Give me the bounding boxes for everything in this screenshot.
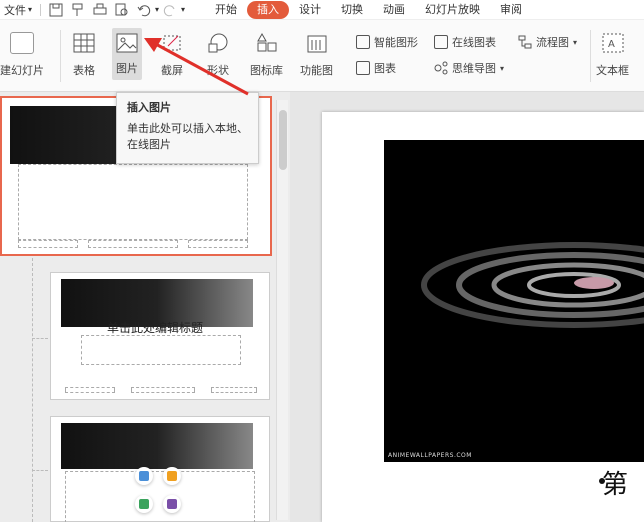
flowchart-label: 流程图 [536, 36, 569, 49]
table-button[interactable]: 表格 [72, 32, 96, 78]
mindmap-icon [434, 61, 448, 75]
textbox-label: 文本框 [596, 64, 629, 77]
mindmap-button[interactable]: 思维导图 ▾ [434, 60, 504, 76]
format-painter-icon[interactable] [71, 3, 85, 17]
ribbon: 建幻灯片 表格 图片 截屏 形状 图标库 功能图 智能图形 图表 在线图表 思维… [0, 20, 644, 92]
file-menu[interactable]: 文件 ▾ [0, 2, 36, 18]
menu-bar: 文件 ▾ ▾ ▾ 开始 插入 设计 切换 动画 幻灯片放映 审阅 [0, 0, 644, 20]
baidu-watermark: Bai 经验 [480, 461, 580, 489]
picture-tooltip: 插入图片 单击此处可以插入本地、在线图片 [116, 92, 259, 164]
footer-placeholder [131, 387, 195, 393]
save-icon[interactable] [49, 3, 63, 17]
redo-icon[interactable] [163, 3, 177, 17]
content-placeholder [65, 471, 255, 522]
slide-image [61, 423, 253, 469]
textbox-icon: A [602, 33, 623, 53]
svg-text:A: A [608, 39, 615, 50]
chevron-down-icon[interactable]: ▾ [155, 5, 159, 14]
chevron-down-icon[interactable]: ▾ [181, 5, 185, 14]
footer-placeholder [65, 387, 115, 393]
slide-body-text: 第 [602, 470, 629, 500]
footer-placeholder [88, 240, 178, 248]
red-arrow-annotation [144, 38, 249, 96]
insert-video-quick-button[interactable] [163, 495, 181, 513]
picture-icon [116, 33, 138, 53]
thumbnail-scrollbar[interactable] [276, 100, 288, 520]
chevron-down-icon: ▾ [28, 5, 33, 14]
tab-animation[interactable]: 动画 [373, 1, 415, 19]
slide-thumbnail-2[interactable]: 单击此处编辑标题 [50, 272, 270, 400]
print-preview-icon[interactable] [115, 3, 129, 17]
smart-art-label: 智能图形 [374, 36, 418, 49]
image-watermark: ANIMEWALLPAPERS.COM [388, 452, 472, 459]
file-menu-label: 文件 [4, 3, 26, 17]
function-chart-label: 功能图 [300, 64, 333, 77]
content-placeholder [18, 164, 248, 240]
chart-icon [167, 471, 177, 481]
chart-button[interactable]: 图表 [356, 60, 396, 76]
function-chart-icon [307, 35, 326, 53]
picture-icon [139, 471, 149, 481]
online-chart-label: 在线图表 [452, 36, 496, 49]
print-icon[interactable] [93, 3, 107, 17]
online-chart-button[interactable]: 在线图表 [434, 34, 496, 50]
tab-insert[interactable]: 插入 [247, 0, 290, 19]
online-chart-icon [434, 35, 448, 49]
flowchart-button[interactable]: 流程图 ▾ [518, 34, 577, 50]
slide-title-placeholder: 单击此处编辑标题 [107, 321, 204, 335]
table-label: 表格 [73, 64, 95, 77]
footer-placeholder [211, 387, 257, 393]
footer-placeholder [188, 240, 248, 248]
toolbar-divider [40, 3, 42, 16]
chart-label: 图表 [374, 62, 396, 75]
undo-icon[interactable] [137, 3, 151, 17]
new-slide-button[interactable]: 建幻灯片 [0, 32, 44, 78]
smart-art-button[interactable]: 智能图形 [356, 34, 418, 50]
tree-connector [32, 470, 48, 471]
table-icon [139, 499, 149, 509]
chevron-down-icon: ▾ [573, 37, 578, 47]
table-icon [73, 33, 95, 53]
function-chart-button[interactable]: 功能图 [300, 32, 333, 78]
slide-thumbnail-3[interactable] [50, 416, 270, 522]
galaxy-image [421, 242, 644, 328]
tab-transition[interactable]: 切换 [331, 1, 373, 19]
textbox-button[interactable]: A 文本框 [596, 32, 629, 78]
picture-button[interactable]: 图片 [112, 28, 142, 80]
tab-design[interactable]: 设计 [289, 1, 331, 19]
chart-icon [356, 61, 370, 75]
ribbon-divider [60, 30, 61, 82]
chevron-down-icon: ▾ [500, 63, 505, 73]
video-icon [167, 499, 177, 509]
ribbon-divider [590, 30, 591, 82]
smart-art-icon [356, 35, 370, 49]
tab-review[interactable]: 审阅 [490, 1, 532, 19]
mindmap-label: 思维导图 [452, 62, 496, 75]
tooltip-body: 单击此处可以插入本地、在线图片 [127, 122, 248, 151]
insert-table-quick-button[interactable] [135, 495, 153, 513]
tab-start[interactable]: 开始 [205, 1, 247, 19]
tab-slideshow[interactable]: 幻灯片放映 [415, 1, 490, 19]
slide-main-image[interactable] [384, 140, 644, 462]
tree-connector [32, 338, 48, 339]
picture-label: 图片 [116, 62, 138, 75]
insert-chart-quick-button[interactable] [163, 467, 181, 485]
content-placeholder [81, 335, 241, 365]
insert-picture-quick-button[interactable] [135, 467, 153, 485]
new-slide-label: 建幻灯片 [0, 64, 44, 77]
tree-connector [32, 258, 33, 522]
new-slide-icon [10, 32, 34, 54]
scrollbar-thumb[interactable] [279, 110, 287, 170]
footer-placeholder [18, 240, 78, 248]
flowchart-icon [518, 35, 532, 49]
